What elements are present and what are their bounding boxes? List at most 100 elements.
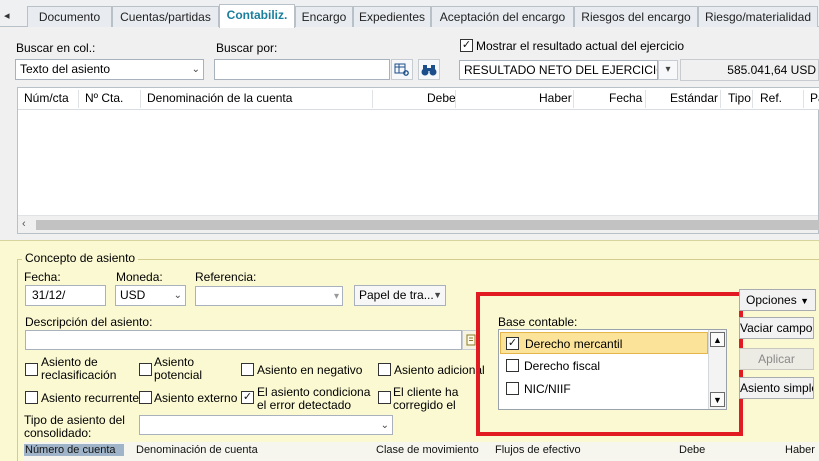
moneda-select[interactable]: USD ⌄ <box>115 285 186 306</box>
tipo-consolidado-select[interactable]: ⌄ <box>139 415 393 435</box>
papel-de-trabajo-select[interactable]: Papel de tra... ▼ <box>354 285 446 306</box>
chevron-down-icon: ▼ <box>800 296 809 306</box>
grid-header: Núm/cta Nº Cta. Denominación de la cuent… <box>18 88 819 110</box>
reclasificacion-checkbox[interactable] <box>25 363 38 376</box>
column-header[interactable]: Clase de movimiento <box>376 444 479 456</box>
recurrente-label: Asiento recurrente/ <box>41 391 143 405</box>
column-header[interactable]: Haber <box>785 444 815 456</box>
search-input[interactable] <box>214 59 390 80</box>
list-item-label: Derecho mercantil <box>525 337 623 351</box>
chevron-down-icon[interactable]: ▾ <box>658 60 678 80</box>
show-result-label: Mostrar el resultado actual del ejercici… <box>476 39 685 53</box>
column-header[interactable]: Flujos de efectivo <box>495 444 581 456</box>
tab-cuentas-partidas[interactable]: Cuentas/partidas <box>112 6 219 27</box>
column-divider <box>573 90 574 108</box>
base-contable-label: Base contable: <box>498 315 578 329</box>
search-column-value: Texto del asiento <box>20 62 111 76</box>
opciones-label: Opciones <box>746 293 797 307</box>
column-header[interactable]: Debe <box>679 444 705 456</box>
scroll-up-icon[interactable]: ▲ <box>710 332 725 347</box>
tab-documento[interactable]: Documento <box>27 6 112 27</box>
search-column-select[interactable]: Texto del asiento ⌄ <box>15 59 204 80</box>
list-item-label: NIC/NIIF <box>524 382 571 396</box>
binoculars-icon[interactable] <box>418 59 440 80</box>
moneda-value: USD <box>120 288 146 302</box>
column-divider <box>803 90 804 108</box>
column-header[interactable]: Número de cuenta <box>24 444 124 456</box>
base-contable-list[interactable]: ✓ Derecho mercantil Derecho fiscal NIC/N… <box>498 329 727 410</box>
chevron-down-icon: ▾ <box>333 291 339 302</box>
opciones-button[interactable]: Opciones ▼ <box>739 289 816 311</box>
tab-riesgos-del-encargo[interactable]: Riesgos del encargo <box>574 6 698 27</box>
bottom-table-header: Número de cuenta Denominación de cuenta … <box>24 442 819 461</box>
tab-expedientes[interactable]: Expedientes <box>353 6 431 27</box>
descripcion-label: Descripción del asiento: <box>25 315 153 329</box>
search-column-label: Buscar en col.: <box>16 41 96 55</box>
reclasificacion-label: Asiento de reclasificación <box>41 355 117 382</box>
column-header[interactable]: Nº Cta. <box>85 91 123 105</box>
concepto-title: Concepto de asiento <box>22 251 139 265</box>
referencia-select[interactable]: ▾ <box>195 286 343 306</box>
corregido-error-checkbox[interactable] <box>378 391 391 404</box>
column-divider <box>78 90 79 108</box>
descripcion-input[interactable] <box>25 330 462 350</box>
potencial-checkbox[interactable] <box>139 363 152 376</box>
referencia-label: Referencia: <box>195 270 257 284</box>
column-header[interactable]: Ref. <box>760 91 782 105</box>
vertical-scrollbar[interactable]: ▲ ▼ <box>708 330 726 409</box>
column-divider <box>140 90 141 108</box>
negativo-label: Asiento en negativo <box>257 363 363 377</box>
column-divider <box>720 90 721 108</box>
column-header[interactable]: Denominación de la cuenta <box>147 91 292 105</box>
nic-niif-checkbox[interactable] <box>506 382 519 395</box>
adicional-checkbox[interactable] <box>378 363 391 376</box>
search-by-label: Buscar por: <box>216 41 278 55</box>
column-header[interactable]: Núm/cta <box>24 91 69 105</box>
entries-grid[interactable]: Núm/cta Nº Cta. Denominación de la cuent… <box>17 87 819 234</box>
condiciona-error-label: El asiento condiciona el error detectado <box>257 385 371 412</box>
show-result-checkbox[interactable]: ✓ <box>460 39 473 52</box>
aplicar-button[interactable]: Aplicar <box>739 348 814 370</box>
tab-riesgo-materialidad[interactable]: Riesgo/materialidad <box>698 6 818 27</box>
column-divider <box>752 90 753 108</box>
column-header[interactable]: Estándar <box>670 91 718 105</box>
chevron-down-icon: ⌄ <box>380 420 389 431</box>
chevron-left-icon[interactable]: ‹ <box>22 218 26 230</box>
tab-aceptacion-del-encargo[interactable]: Aceptación del encargo <box>431 6 574 27</box>
column-header[interactable]: Haber <box>539 91 572 105</box>
externo-checkbox[interactable] <box>139 391 152 404</box>
corregido-error-label: El cliente ha corregido el error <box>393 386 459 412</box>
fecha-label: Fecha: <box>24 270 61 284</box>
negativo-checkbox[interactable] <box>241 363 254 376</box>
fecha-input[interactable]: 31/12/ <box>25 285 106 306</box>
column-header[interactable]: Denominación de cuenta <box>136 444 258 456</box>
chevron-left-icon[interactable]: ◂ <box>4 10 16 22</box>
derecho-fiscal-checkbox[interactable] <box>506 359 519 372</box>
asiento-simple-button[interactable]: Asiento simple <box>739 377 814 399</box>
papel-value: Papel de tra... <box>359 288 434 302</box>
column-divider <box>372 90 373 108</box>
scroll-down-icon[interactable]: ▼ <box>710 392 725 407</box>
tab-encargo[interactable]: Encargo <box>295 6 353 27</box>
horizontal-scrollbar[interactable]: ‹ <box>18 215 819 233</box>
column-header[interactable]: Debe <box>427 91 456 105</box>
result-select-value: RESULTADO NETO DEL EJERCICIO hacia <box>464 63 657 77</box>
chevron-down-icon: ⌄ <box>173 290 182 301</box>
column-header[interactable]: Fecha <box>609 91 642 105</box>
list-item[interactable]: ✓ Derecho mercantil <box>500 332 708 354</box>
list-item[interactable]: NIC/NIIF <box>500 378 708 400</box>
potencial-label: Asiento potencial <box>154 355 203 382</box>
column-header[interactable]: Pa <box>810 91 819 105</box>
list-item[interactable]: Derecho fiscal <box>500 355 708 377</box>
tab-bar: ◂ Documento Cuentas/partidas Contabiliz.… <box>0 0 819 28</box>
tab-contabiliz[interactable]: Contabiliz. <box>219 4 295 28</box>
vaciar-campos-button[interactable]: Vaciar campos <box>739 317 814 339</box>
table-search-icon[interactable] <box>391 59 413 80</box>
condiciona-error-checkbox[interactable]: ✓ <box>241 391 254 404</box>
derecho-mercantil-checkbox[interactable]: ✓ <box>506 337 519 350</box>
result-select[interactable]: RESULTADO NETO DEL EJERCICIO hacia <box>459 60 658 80</box>
column-header[interactable]: Tipo <box>728 91 751 105</box>
scrollbar-thumb[interactable] <box>36 220 819 230</box>
recurrente-checkbox[interactable] <box>25 391 38 404</box>
column-divider <box>455 90 456 108</box>
